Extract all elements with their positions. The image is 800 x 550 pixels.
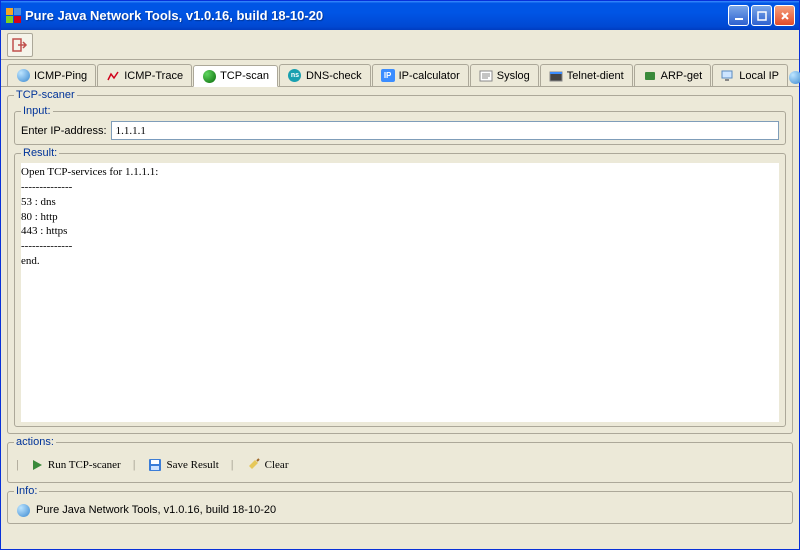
- tab-label: ICMP-Trace: [124, 70, 183, 82]
- app-window: Pure Java Network Tools, v1.0.16, build …: [0, 0, 800, 550]
- run-label: Run TCP-scaner: [48, 459, 121, 471]
- save-icon: [148, 458, 162, 472]
- globe-icon: [789, 70, 800, 84]
- close-button[interactable]: [774, 5, 795, 26]
- tab-tcp-scan[interactable]: TCP-scan: [193, 65, 278, 87]
- info-legend: Info:: [14, 485, 39, 497]
- ip-input-label: Enter IP-address:: [21, 125, 107, 137]
- localip-icon: [721, 69, 735, 83]
- tab-label: DNS-check: [306, 70, 362, 82]
- info-fieldset: Info: Pure Java Network Tools, v1.0.16, …: [7, 485, 793, 524]
- save-button[interactable]: Save Result: [142, 456, 225, 474]
- globe-icon: [16, 69, 30, 83]
- result-legend: Result:: [21, 147, 59, 159]
- ip-input[interactable]: [111, 121, 779, 140]
- window-title: Pure Java Network Tools, v1.0.16, build …: [25, 8, 728, 23]
- tab-label: ARP-get: [661, 70, 703, 82]
- tab-icmp-ping[interactable]: ICMP-Ping: [7, 64, 96, 86]
- exit-icon: [12, 38, 28, 52]
- result-fieldset: Result: Open TCP-services for 1.1.1.1: -…: [14, 147, 786, 427]
- input-legend: Input:: [21, 105, 53, 117]
- tab-syslog[interactable]: Syslog: [470, 64, 539, 86]
- tab-dns-check[interactable]: ns DNS-check: [279, 64, 371, 86]
- titlebar: Pure Java Network Tools, v1.0.16, build …: [1, 1, 799, 30]
- tab-arp-get[interactable]: ARP-get: [634, 64, 712, 86]
- tab-icmp-trace[interactable]: ICMP-Trace: [97, 64, 192, 86]
- content-area: TCP-scaner Input: Enter IP-address: Resu…: [1, 87, 799, 549]
- play-icon: [31, 459, 43, 471]
- tab-label: TCP-scan: [220, 70, 269, 82]
- tab-bar: ICMP-Ping ICMP-Trace TCP-scan ns DNS-chec…: [1, 60, 799, 87]
- tab-ip-calculator[interactable]: IP IP-calculator: [372, 64, 469, 86]
- exit-button[interactable]: [7, 33, 33, 57]
- save-label: Save Result: [167, 459, 219, 471]
- input-fieldset: Input: Enter IP-address:: [14, 105, 786, 145]
- app-icon: [5, 8, 21, 24]
- trace-icon: [106, 69, 120, 83]
- info-text: Pure Java Network Tools, v1.0.16, build …: [36, 504, 276, 516]
- maximize-button[interactable]: [751, 5, 772, 26]
- actions-row: | Run TCP-scaner | Save Result | Clear: [14, 452, 786, 478]
- ip-icon: IP: [381, 69, 395, 83]
- tab-telnet-client[interactable]: Telnet-dient: [540, 64, 633, 86]
- input-row: Enter IP-address:: [21, 121, 779, 140]
- run-button[interactable]: Run TCP-scaner: [25, 457, 127, 473]
- tab-scroll: ◂ ▸: [789, 68, 800, 86]
- tab-label: IP-calculator: [399, 70, 460, 82]
- telnet-icon: [549, 69, 563, 83]
- tab-local-ip[interactable]: Local IP: [712, 64, 788, 86]
- globe-icon: [16, 503, 30, 517]
- syslog-icon: [479, 69, 493, 83]
- scanner-fieldset: TCP-scaner Input: Enter IP-address: Resu…: [7, 89, 793, 434]
- tab-label: Telnet-dient: [567, 70, 624, 82]
- clear-label: Clear: [265, 459, 289, 471]
- arp-icon: [643, 69, 657, 83]
- tab-label: Local IP: [739, 70, 779, 82]
- broom-icon: [246, 458, 260, 472]
- scanner-legend: TCP-scaner: [14, 89, 77, 101]
- scan-icon: [202, 69, 216, 83]
- actions-fieldset: actions: | Run TCP-scaner | Save Result …: [7, 436, 793, 483]
- toolbar: [1, 30, 799, 60]
- tab-label: Syslog: [497, 70, 530, 82]
- minimize-button[interactable]: [728, 5, 749, 26]
- actions-legend: actions:: [14, 436, 56, 448]
- info-row: Pure Java Network Tools, v1.0.16, build …: [14, 501, 786, 519]
- window-controls: [728, 5, 795, 26]
- tab-label: ICMP-Ping: [34, 70, 87, 82]
- clear-button[interactable]: Clear: [240, 456, 295, 474]
- result-text[interactable]: Open TCP-services for 1.1.1.1: ---------…: [21, 163, 779, 422]
- dns-icon: ns: [288, 69, 302, 83]
